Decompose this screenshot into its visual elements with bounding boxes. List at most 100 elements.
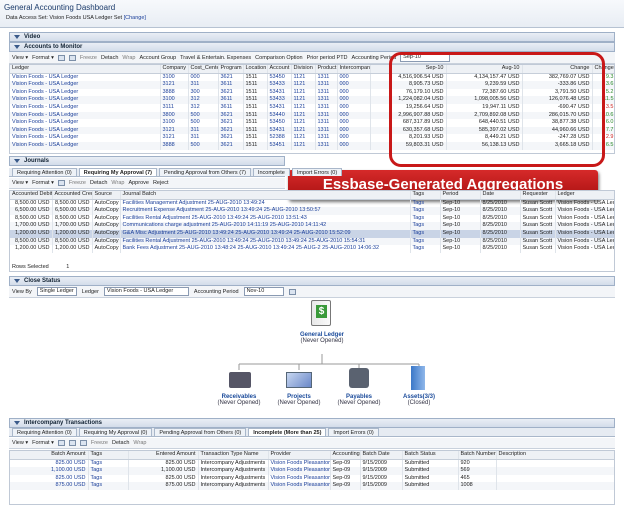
column-header[interactable]: Transaction Type Name xyxy=(198,451,269,460)
wrap-button[interactable]: Wrap xyxy=(133,440,146,446)
table-icon[interactable] xyxy=(57,180,65,186)
column-header[interactable]: Batch Amount xyxy=(10,451,89,460)
table-cell[interactable]: Vision Foods Pleasanton xyxy=(268,474,331,483)
column-header[interactable]: Provider xyxy=(268,451,331,460)
column-header[interactable]: Source xyxy=(92,191,121,200)
wrap-button[interactable]: Wrap xyxy=(122,55,135,61)
column-header[interactable]: Journal Batch xyxy=(120,191,411,200)
column-header[interactable]: Tags xyxy=(88,451,129,460)
video-panel-header[interactable]: Video xyxy=(9,32,615,42)
table-row[interactable]: 8,500.00 USD 8,500.00 USD AutoCopy Faciliti… xyxy=(10,237,614,246)
format-menu[interactable]: Format ▾ xyxy=(32,440,54,446)
column-header[interactable]: Requester xyxy=(520,191,556,200)
table-cell[interactable]: Vision Foods Pleasanton xyxy=(268,467,331,475)
column-header[interactable]: Date xyxy=(480,191,521,200)
wrap-button[interactable]: Wrap xyxy=(111,180,124,186)
ledger-select[interactable]: Vision Foods - USA Ledger xyxy=(103,287,189,296)
change-link[interactable]: [Change] xyxy=(124,15,146,21)
refresh-icon[interactable] xyxy=(288,288,296,295)
view-by-select[interactable]: Single Ledger xyxy=(36,287,77,296)
table-cell[interactable]: Facilities Management Adjustment 25-AUG-… xyxy=(120,199,411,208)
freeze-button[interactable]: Freeze xyxy=(80,55,97,61)
column-header[interactable]: Product xyxy=(315,65,338,74)
comparison-select[interactable]: Prior period PTD xyxy=(307,55,348,61)
freeze-button[interactable]: Freeze xyxy=(69,180,86,186)
close-status-panel-header[interactable]: Close Status xyxy=(9,276,615,286)
table-icon[interactable] xyxy=(57,54,65,61)
column-header[interactable]: Division xyxy=(291,65,316,74)
column-header[interactable]: Accounted Credit xyxy=(52,191,93,200)
account-group-select[interactable]: Travel & Entertain. Expenses xyxy=(180,55,251,61)
accounts-panel-header[interactable]: Accounts to Monitor xyxy=(9,42,615,52)
reject-button[interactable]: Reject xyxy=(153,180,169,186)
column-header[interactable]: Ledger xyxy=(555,191,614,200)
column-header[interactable]: Description xyxy=(496,451,614,460)
table-cell[interactable]: Tags xyxy=(410,229,441,238)
column-header[interactable]: Batch Status xyxy=(402,451,459,460)
column-header[interactable]: Intercompany xyxy=(337,65,371,74)
edit-icon[interactable] xyxy=(68,440,76,446)
export-icon[interactable] xyxy=(68,54,76,61)
detach-button[interactable]: Detach xyxy=(101,55,118,61)
column-header[interactable]: Ledger xyxy=(10,65,161,74)
tab-interco-0[interactable]: Requiring Attention (0) xyxy=(12,428,77,436)
column-header[interactable]: Accounting Period xyxy=(330,451,361,460)
add-icon[interactable] xyxy=(57,440,65,446)
table-row[interactable]: 1,700.00 USD 1,700.00 USD AutoCopy Communic… xyxy=(10,222,614,230)
table-cell[interactable]: Bank Fees Adjustment 25-AUG-2010 13:48:2… xyxy=(120,245,411,253)
column-header[interactable]: Location xyxy=(243,65,268,74)
tab-journals-2[interactable]: Pending Approval from Others (7) xyxy=(158,168,251,176)
column-header[interactable]: Company xyxy=(160,65,189,74)
assets-node[interactable]: Assets(3/3) (Closed) xyxy=(383,394,455,406)
cs-period-select[interactable]: Nov-10 xyxy=(243,287,284,296)
column-header[interactable]: Tags xyxy=(410,191,441,200)
interco-panel-header[interactable]: Intercompany Transactions xyxy=(9,418,615,428)
tab-journals-4[interactable]: Import Errors (0) xyxy=(291,168,343,176)
tab-interco-4[interactable]: Import Errors (0) xyxy=(328,428,379,436)
table-icon[interactable] xyxy=(79,440,87,446)
approve-button[interactable]: Approve xyxy=(128,180,149,186)
table-row[interactable]: 1,100.00 USD Tags 1,100.00 USD Intercompany… xyxy=(10,467,614,475)
view-menu[interactable]: View ▾ xyxy=(12,180,28,186)
column-header[interactable]: Cost_Center xyxy=(188,65,219,74)
table-row[interactable]: 1,200.00 USD 1,200.00 USD AutoCopy G&A Misc… xyxy=(10,229,614,238)
column-header[interactable]: Program xyxy=(218,65,244,74)
table-row[interactable]: 875.00 USD Tags 875.00 USD Intercompany Adj… xyxy=(10,482,614,490)
tab-interco-3[interactable]: Incomplete (More than 25) xyxy=(248,428,327,436)
format-menu[interactable]: Format ▾ xyxy=(32,55,54,61)
detach-button[interactable]: Detach xyxy=(90,180,107,186)
detach-button[interactable]: Detach xyxy=(112,440,129,446)
column-header[interactable]: Batch Number xyxy=(458,451,497,460)
tab-journals-3[interactable]: Incomplete xyxy=(252,168,290,176)
table-cell[interactable]: Tags xyxy=(410,237,441,246)
table-cell[interactable]: G&A Misc Adjustment 25-AUG-2010 13:49:24… xyxy=(120,229,411,238)
table-row[interactable]: 8,500.00 USD 8,500.00 USD AutoCopy Faciliti… xyxy=(10,199,614,208)
column-header[interactable]: Entered Amount xyxy=(128,451,199,460)
tab-journals-0[interactable]: Requiring Attention (0) xyxy=(12,168,77,176)
table-cell[interactable]: Tags xyxy=(88,467,129,475)
table-cell[interactable]: Tags xyxy=(410,245,441,253)
table-cell[interactable]: Tags xyxy=(410,199,441,208)
table-cell[interactable]: Facilities Rental Adjustment 25-AUG-2010… xyxy=(120,214,411,223)
table-cell[interactable]: Tags xyxy=(88,459,129,468)
freeze-button[interactable]: Freeze xyxy=(91,440,108,446)
table-row[interactable]: 1,200.00 USD 1,200.00 USD AutoCopy Bank Fee… xyxy=(10,245,614,253)
general-ledger-node[interactable]: General Ledger (Never Opened) xyxy=(272,332,372,344)
table-row[interactable]: 6,500.00 USD 6,500.00 USD AutoCopy Recruitm… xyxy=(10,207,614,215)
table-cell[interactable]: Tags xyxy=(410,222,441,230)
table-row[interactable]: 825.00 USD Tags 825.00 USD Intercompany Adj… xyxy=(10,474,614,483)
tab-interco-2[interactable]: Pending Approval from Others (0) xyxy=(154,428,247,436)
tab-journals-1[interactable]: Requiring My Approval (7) xyxy=(78,168,157,176)
table-cell[interactable]: Facilities Rental Adjustment 25-AUG-2010… xyxy=(120,237,411,246)
column-header[interactable]: Accounted Debit xyxy=(10,191,53,200)
view-menu[interactable]: View ▾ xyxy=(12,440,28,446)
table-cell[interactable]: Vision Foods Pleasanton xyxy=(268,482,331,490)
table-cell[interactable]: Communications charge adjustment 25-AUG-… xyxy=(120,222,411,230)
table-cell[interactable]: Tags xyxy=(410,207,441,215)
tab-interco-1[interactable]: Requiring My Approval (0) xyxy=(78,428,153,436)
table-row[interactable]: 825.00 USD Tags 825.00 USD Intercompany Adj… xyxy=(10,459,614,468)
journals-panel-header[interactable]: Journals xyxy=(9,156,285,166)
column-header[interactable]: Account xyxy=(267,65,292,74)
table-cell[interactable]: Tags xyxy=(410,214,441,223)
table-cell[interactable]: Tags xyxy=(88,474,129,483)
